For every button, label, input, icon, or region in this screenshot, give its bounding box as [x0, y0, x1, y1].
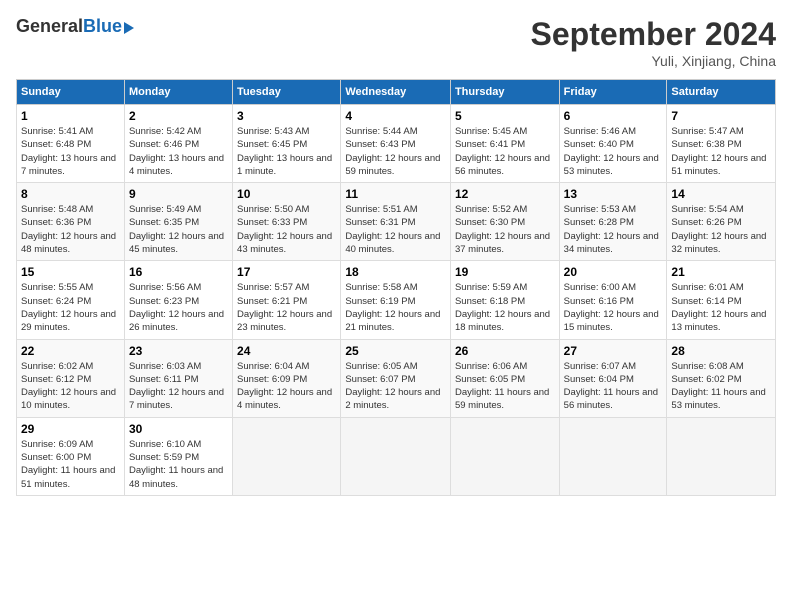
day-9: 9 Sunrise: 5:49 AMSunset: 6:35 PMDayligh…	[124, 183, 232, 261]
day-16: 16 Sunrise: 5:56 AMSunset: 6:23 PMDaylig…	[124, 261, 232, 339]
day-20: 20 Sunrise: 6:00 AMSunset: 6:16 PMDaylig…	[559, 261, 667, 339]
week-1: 1 Sunrise: 5:41 AMSunset: 6:48 PMDayligh…	[17, 105, 776, 183]
col-saturday: Saturday	[667, 80, 776, 105]
col-thursday: Thursday	[450, 80, 559, 105]
day-21: 21 Sunrise: 6:01 AMSunset: 6:14 PMDaylig…	[667, 261, 776, 339]
day-14: 14 Sunrise: 5:54 AMSunset: 6:26 PMDaylig…	[667, 183, 776, 261]
day-27: 27 Sunrise: 6:07 AMSunset: 6:04 PMDaylig…	[559, 339, 667, 417]
empty-2	[341, 417, 451, 495]
col-tuesday: Tuesday	[233, 80, 341, 105]
day-23: 23 Sunrise: 6:03 AMSunset: 6:11 PMDaylig…	[124, 339, 232, 417]
day-12: 12 Sunrise: 5:52 AMSunset: 6:30 PMDaylig…	[450, 183, 559, 261]
logo: General Blue	[16, 16, 134, 37]
empty-5	[667, 417, 776, 495]
day-4: 4 Sunrise: 5:44 AMSunset: 6:43 PMDayligh…	[341, 105, 451, 183]
day-6: 6 Sunrise: 5:46 AMSunset: 6:40 PMDayligh…	[559, 105, 667, 183]
day-28: 28 Sunrise: 6:08 AMSunset: 6:02 PMDaylig…	[667, 339, 776, 417]
day-8: 8 Sunrise: 5:48 AMSunset: 6:36 PMDayligh…	[17, 183, 125, 261]
calendar-table: Sunday Monday Tuesday Wednesday Thursday…	[16, 79, 776, 496]
day-3: 3 Sunrise: 5:43 AMSunset: 6:45 PMDayligh…	[233, 105, 341, 183]
logo-arrow-icon	[124, 22, 134, 34]
day-7: 7 Sunrise: 5:47 AMSunset: 6:38 PMDayligh…	[667, 105, 776, 183]
main-container: General Blue September 2024 Yuli, Xinjia…	[0, 0, 792, 506]
logo-blue-text: Blue	[83, 16, 122, 37]
location: Yuli, Xinjiang, China	[531, 53, 776, 69]
day-19: 19 Sunrise: 5:59 AMSunset: 6:18 PMDaylig…	[450, 261, 559, 339]
week-3: 15 Sunrise: 5:55 AMSunset: 6:24 PMDaylig…	[17, 261, 776, 339]
day-2: 2 Sunrise: 5:42 AMSunset: 6:46 PMDayligh…	[124, 105, 232, 183]
day-26: 26 Sunrise: 6:06 AMSunset: 6:05 PMDaylig…	[450, 339, 559, 417]
empty-1	[233, 417, 341, 495]
day-10: 10 Sunrise: 5:50 AMSunset: 6:33 PMDaylig…	[233, 183, 341, 261]
day-17: 17 Sunrise: 5:57 AMSunset: 6:21 PMDaylig…	[233, 261, 341, 339]
col-wednesday: Wednesday	[341, 80, 451, 105]
empty-4	[559, 417, 667, 495]
week-4: 22 Sunrise: 6:02 AMSunset: 6:12 PMDaylig…	[17, 339, 776, 417]
col-sunday: Sunday	[17, 80, 125, 105]
day-15: 15 Sunrise: 5:55 AMSunset: 6:24 PMDaylig…	[17, 261, 125, 339]
col-monday: Monday	[124, 80, 232, 105]
title-block: September 2024 Yuli, Xinjiang, China	[531, 16, 776, 69]
day-1: 1 Sunrise: 5:41 AMSunset: 6:48 PMDayligh…	[17, 105, 125, 183]
empty-3	[450, 417, 559, 495]
day-22: 22 Sunrise: 6:02 AMSunset: 6:12 PMDaylig…	[17, 339, 125, 417]
col-friday: Friday	[559, 80, 667, 105]
day-25: 25 Sunrise: 6:05 AMSunset: 6:07 PMDaylig…	[341, 339, 451, 417]
week-5: 29 Sunrise: 6:09 AMSunset: 6:00 PMDaylig…	[17, 417, 776, 495]
week-2: 8 Sunrise: 5:48 AMSunset: 6:36 PMDayligh…	[17, 183, 776, 261]
day-30: 30 Sunrise: 6:10 AMSunset: 5:59 PMDaylig…	[124, 417, 232, 495]
month-title: September 2024	[531, 16, 776, 53]
day-13: 13 Sunrise: 5:53 AMSunset: 6:28 PMDaylig…	[559, 183, 667, 261]
day-29: 29 Sunrise: 6:09 AMSunset: 6:00 PMDaylig…	[17, 417, 125, 495]
header: General Blue September 2024 Yuli, Xinjia…	[16, 16, 776, 69]
day-11: 11 Sunrise: 5:51 AMSunset: 6:31 PMDaylig…	[341, 183, 451, 261]
day-24: 24 Sunrise: 6:04 AMSunset: 6:09 PMDaylig…	[233, 339, 341, 417]
day-18: 18 Sunrise: 5:58 AMSunset: 6:19 PMDaylig…	[341, 261, 451, 339]
logo-general-text: General	[16, 16, 83, 37]
day-5: 5 Sunrise: 5:45 AMSunset: 6:41 PMDayligh…	[450, 105, 559, 183]
